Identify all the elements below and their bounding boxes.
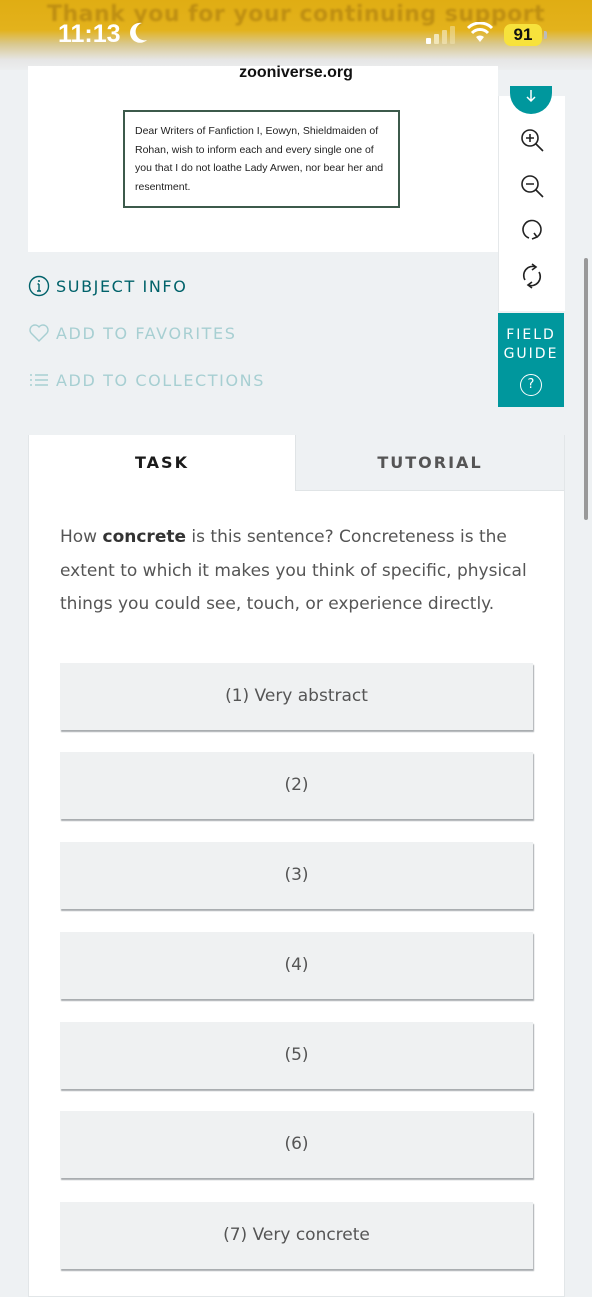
task-question: How concrete is this sentence? Concreten…: [60, 527, 527, 614]
tab-tutorial[interactable]: TUTORIAL: [295, 435, 564, 491]
answer-option-3[interactable]: (3): [60, 842, 533, 909]
add-to-favorites-link[interactable]: ADD TO FAVORITES: [28, 322, 237, 344]
zoom-in-button[interactable]: [518, 126, 546, 154]
add-to-collections-label: ADD TO COLLECTIONS: [56, 370, 266, 390]
subject-text-card: Dear Writers of Fanfiction I, Eowyn, Shi…: [123, 110, 400, 208]
subject-info-link[interactable]: SUBJECT INFO: [28, 275, 187, 297]
answer-option-5[interactable]: (5): [60, 1022, 533, 1089]
answer-option-1[interactable]: (1) Very abstract: [60, 663, 533, 730]
zoom-out-button[interactable]: [518, 172, 546, 200]
wifi-icon: [466, 22, 494, 42]
browser-url[interactable]: zooniverse.org: [0, 64, 592, 82]
answer-option-2[interactable]: (2): [60, 752, 533, 819]
field-guide-label: FIELD GUIDE: [503, 327, 559, 362]
zoom-in-icon: [521, 129, 544, 152]
rotate-icon: [522, 219, 542, 240]
question-emphasis: concrete: [102, 527, 187, 547]
answer-option-7[interactable]: (7) Very concrete: [60, 1202, 533, 1269]
info-icon: [28, 275, 50, 297]
add-to-favorites-label: ADD TO FAVORITES: [56, 323, 237, 343]
page-scrollbar[interactable]: [584, 258, 588, 520]
field-guide-button[interactable]: FIELD GUIDE ?: [498, 313, 564, 407]
subject-info-label: SUBJECT INFO: [56, 276, 188, 296]
reset-icon: [522, 263, 542, 289]
moon-icon: [130, 22, 147, 43]
heart-icon: [29, 324, 49, 342]
answer-option-6[interactable]: (6): [60, 1111, 533, 1178]
status-time: 11:13: [58, 20, 121, 48]
tab-task[interactable]: TASK: [29, 435, 295, 490]
signal-icon: [426, 26, 455, 44]
reset-button[interactable]: [518, 262, 546, 290]
add-to-collections-link[interactable]: ADD TO COLLECTIONS: [28, 369, 265, 391]
list-icon: [30, 374, 48, 386]
help-icon: ?: [520, 374, 542, 396]
zoom-out-icon: [521, 175, 544, 198]
scroll-down-button[interactable]: [510, 86, 552, 114]
battery-indicator: 91: [504, 24, 542, 46]
battery-nub: [544, 31, 547, 39]
rotate-button[interactable]: [518, 216, 546, 244]
answer-option-4[interactable]: (4): [60, 932, 533, 999]
arrow-down-icon: [526, 90, 536, 103]
